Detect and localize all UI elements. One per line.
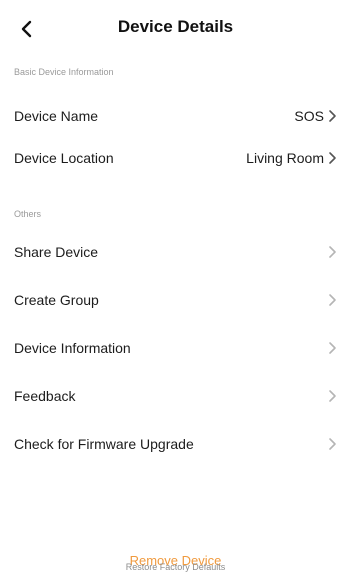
device-location-value: Living Room [246, 150, 324, 166]
row-label: Create Group [14, 292, 99, 308]
row-label: Device Name [14, 108, 99, 124]
row-device-name[interactable]: Device Name SOS [0, 96, 351, 136]
chevron-right-icon [329, 294, 336, 306]
row-device-information[interactable]: Device Information [0, 328, 351, 368]
row-label: Check for Firmware Upgrade [14, 436, 194, 452]
chevron-right-icon [329, 152, 336, 164]
header: Device Details [0, 0, 351, 56]
chevron-right-icon [329, 390, 336, 402]
chevron-right-icon [329, 342, 336, 354]
row-label: Device Location [14, 150, 114, 166]
row-firmware-upgrade[interactable]: Check for Firmware Upgrade [0, 424, 351, 464]
row-feedback[interactable]: Feedback [0, 376, 351, 416]
row-device-location[interactable]: Device Location Living Room [0, 138, 351, 178]
page-title: Device Details [117, 17, 234, 36]
section-label-basic: Basic Device Information [14, 67, 114, 77]
chevron-right-icon [329, 110, 336, 122]
device-name-value: SOS [294, 108, 324, 124]
row-share-device[interactable]: Share Device [0, 232, 351, 272]
row-label: Feedback [14, 388, 76, 404]
row-label: Device Information [14, 340, 131, 356]
section-label-others: Others [14, 209, 42, 219]
row-create-group[interactable]: Create Group [0, 280, 351, 320]
restore-factory-defaults-button[interactable]: Restore Factory Defaults [0, 562, 351, 572]
row-label: Share Device [14, 244, 99, 260]
chevron-right-icon [329, 246, 336, 258]
chevron-right-icon [329, 438, 336, 450]
